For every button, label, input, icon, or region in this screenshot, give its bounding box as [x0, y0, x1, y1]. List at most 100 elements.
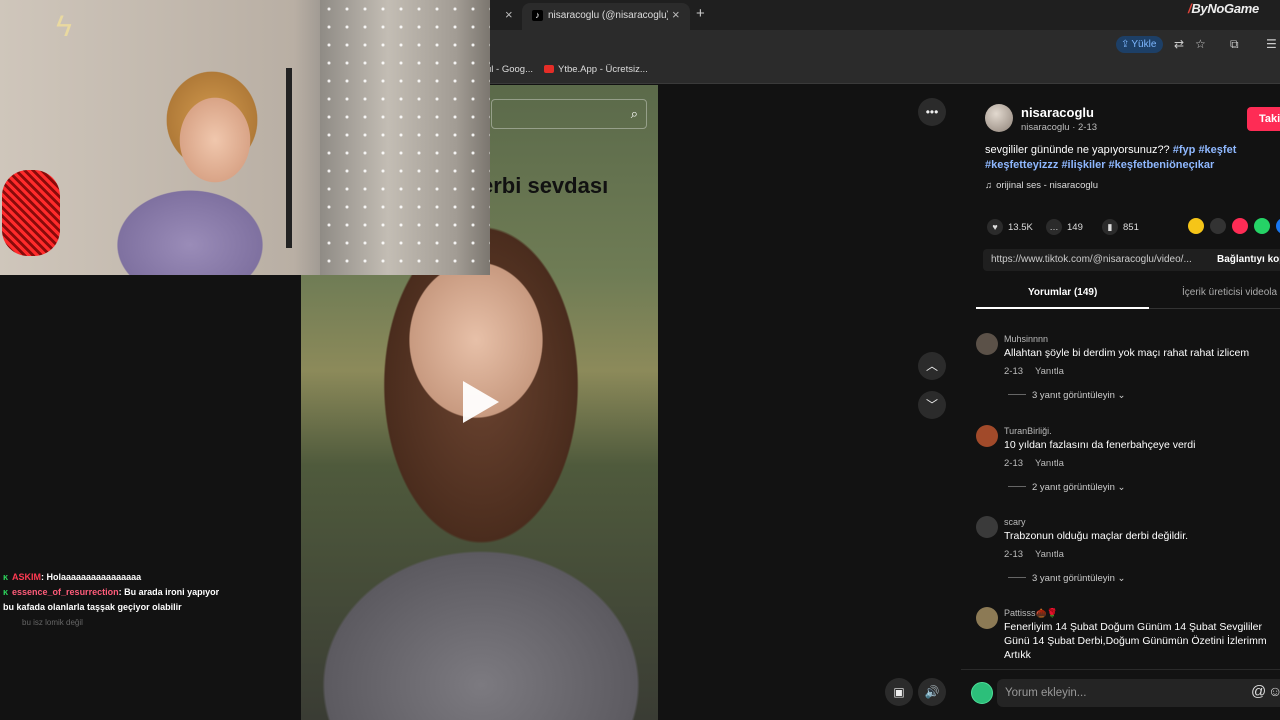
view-replies-button[interactable]: 3 yanıt görüntüleyin ⌄: [1008, 573, 1126, 584]
view-replies-button[interactable]: 2 yanıt görüntüleyin ⌄: [1008, 482, 1126, 493]
new-tab-button[interactable]: +: [696, 5, 705, 22]
upload-button[interactable]: ⇪ Yükle: [1116, 36, 1164, 53]
embed-icon[interactable]: [1210, 218, 1226, 234]
chat-message-faded: bu isz lomik değil: [22, 618, 83, 627]
comment-text: Fenerliyim 14 Şubat Doğum Günüm 14 Şubat…: [1004, 621, 1267, 661]
chat-badge-icon: ĸ: [3, 587, 9, 597]
bookmark-google[interactable]: ul - Goog...: [486, 64, 533, 75]
avatar[interactable]: [976, 607, 998, 629]
close-tab-icon[interactable]: ×: [505, 7, 513, 22]
avatar: [971, 682, 993, 704]
more-options-icon[interactable]: •••: [918, 98, 946, 126]
hashtag-link[interactable]: #fyp: [1173, 144, 1196, 156]
bookmark-ytbe-label: Ytbe.App - Ücretsiz...: [558, 64, 648, 75]
menu-icon[interactable]: ☰: [1266, 37, 1277, 51]
mention-icon[interactable]: @: [1251, 683, 1266, 700]
chat-message: ĸ essence_of_resurrection: Bu arada ironi…: [0, 585, 300, 600]
brand-label: ByNoGame: [1191, 1, 1259, 16]
comment-list: Muhsinnnn Allahtan şöyle bi derdim yok m…: [961, 325, 1280, 665]
post-description: sevgililer gününde ne yapıyorsunuz?? #fy…: [985, 143, 1265, 173]
comment-compose-bar: Yorum ekleyin... @ ☺: [961, 669, 1280, 720]
author-username[interactable]: nisaracoglu: [1021, 105, 1094, 120]
hashtag-link[interactable]: #keşfetteyizzz: [985, 159, 1058, 171]
comment-text: Allahtan şöyle bi derdim yok maçı rahat …: [1004, 347, 1250, 359]
follow-button[interactable]: Takip: [1247, 107, 1280, 131]
previous-video-icon[interactable]: ︿: [918, 352, 946, 380]
save-count: 851: [1123, 222, 1139, 233]
copy-link-button[interactable]: Bağlantıyı kop: [1217, 249, 1280, 271]
tab-title: nisaracoglu (@nisaracoglu) | Ti: [548, 10, 668, 21]
reply-button[interactable]: Yanıtla: [1035, 549, 1064, 560]
webcam-overlay: ϟ: [0, 0, 490, 275]
chat-username: essence_of_resurrection: [12, 587, 119, 597]
picture-in-picture-icon[interactable]: ▣: [885, 678, 913, 706]
comment-icon: …: [1046, 219, 1062, 235]
view-replies-button[interactable]: 3 yanıt görüntüleyin ⌄: [1008, 390, 1126, 401]
hashtag-link[interactable]: #ilişkiler: [1061, 159, 1105, 171]
avatar[interactable]: [976, 333, 998, 355]
microphone: [2, 170, 60, 256]
comment-username[interactable]: scary: [1004, 517, 1026, 527]
comment-tabs: Yorumlar (149) İçerik üreticisi videola: [976, 285, 1280, 309]
like-button[interactable]: ♥ 13.5K: [987, 219, 1033, 235]
play-icon[interactable]: [463, 381, 499, 423]
whatsapp-icon[interactable]: [1254, 218, 1270, 234]
browser-tab-active[interactable]: ♪ nisaracoglu (@nisaracoglu) | Ti ×: [522, 3, 690, 30]
like-count: 13.5K: [1008, 222, 1033, 233]
translate-icon[interactable]: ⇄: [1174, 37, 1184, 51]
volume-icon[interactable]: 🔊: [918, 678, 946, 706]
chat-badge-icon: ĸ: [3, 572, 9, 582]
send-icon[interactable]: [1232, 218, 1248, 234]
comment-text: 10 yıldan fazlasını da fenerbahçeye verd…: [1004, 439, 1196, 451]
chat-text: : Bu arada ironi yapıyor: [118, 587, 220, 597]
avatar[interactable]: [985, 104, 1013, 132]
facebook-icon[interactable]: [1276, 218, 1280, 234]
sound-label: orijinal ses - nisaracoglu: [996, 180, 1099, 191]
comment-input[interactable]: Yorum ekleyin...: [997, 679, 1280, 707]
avatar[interactable]: [976, 516, 998, 538]
sound-link[interactable]: ♫ orijinal ses - nisaracoglu: [985, 180, 1098, 191]
close-tab-icon[interactable]: ×: [672, 7, 680, 22]
extensions-icon[interactable]: ⧉: [1230, 37, 1239, 52]
stream-chat: ĸ ASKIM: Holaaaaaaaaaaaaaaaa ĸ essence_of_…: [0, 570, 300, 630]
chat-text: : Holaaaaaaaaaaaaaaaa: [41, 572, 142, 582]
music-note-icon: ♫: [985, 180, 993, 191]
comment-username[interactable]: Pattisss🌰🌹: [1004, 608, 1058, 619]
chat-message: ĸ ASKIM: Holaaaaaaaaaaaaaaaa: [0, 570, 300, 585]
video-caption: erbi sevdası: [481, 173, 609, 198]
reply-button[interactable]: Yanıtla: [1035, 366, 1064, 377]
emoji-icon[interactable]: ☺: [1268, 683, 1280, 699]
tab-creator-videos[interactable]: İçerik üreticisi videola: [1182, 287, 1277, 298]
comment-meta: 2-13 Yanıtla: [1004, 458, 1064, 469]
hashtag-link[interactable]: #keşfetbeniöneçıkar: [1109, 159, 1215, 171]
save-button[interactable]: ▮ 851: [1102, 219, 1139, 235]
hashtag-link[interactable]: #keşfet: [1198, 144, 1236, 156]
coin-icon[interactable]: [1188, 218, 1204, 234]
screen: × ♪ nisaracoglu (@nisaracoglu) | Ti × + …: [0, 0, 1280, 720]
comment-button[interactable]: … 149: [1046, 219, 1083, 235]
upload-label: Yükle: [1131, 39, 1157, 50]
post-detail-panel: nisaracoglu nisaracoglu · 2-13 Takip sev…: [961, 85, 1280, 720]
tab-comments[interactable]: Yorumlar (149): [1028, 287, 1097, 298]
bookmark-icon: ▮: [1102, 219, 1118, 235]
youtube-icon: [544, 65, 554, 73]
active-tab-indicator: [976, 307, 1149, 309]
comment-count: 149: [1067, 222, 1083, 233]
avatar[interactable]: [976, 425, 998, 447]
lightning-decoration-icon: ϟ: [56, 10, 72, 43]
brand-watermark: /ByNoGame: [1188, 1, 1259, 16]
video-search-overlay: ⌕: [491, 99, 647, 129]
lamp-stand: [286, 68, 292, 248]
search-icon: ⌕: [630, 106, 638, 121]
description-text: sevgililer gününde ne yapıyorsunuz??: [985, 144, 1170, 156]
bookmark-ytbe[interactable]: Ytbe.App - Ücretsiz...: [544, 64, 648, 75]
reply-button[interactable]: Yanıtla: [1035, 458, 1064, 469]
fairy-lights-curtain: [320, 0, 490, 275]
next-video-icon[interactable]: ﹀: [918, 391, 946, 419]
chat-username: ASKIM: [12, 572, 42, 582]
comment-meta: 2-13 Yanıtla: [1004, 366, 1064, 377]
comment-username[interactable]: Muhsinnnn: [1004, 334, 1048, 344]
comment-username[interactable]: TuranBirliği.: [1004, 426, 1052, 436]
bookmark-star-icon[interactable]: ☆: [1195, 37, 1206, 51]
tiktok-icon: ♪: [532, 10, 543, 21]
